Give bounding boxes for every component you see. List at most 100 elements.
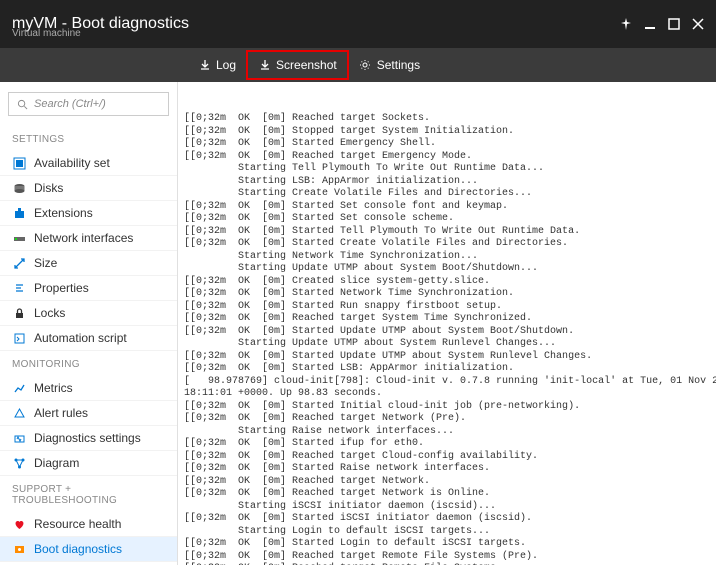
sidebar-item-label: Network interfaces: [34, 231, 133, 245]
blade-header: myVM - Boot diagnostics Virtual machine: [0, 0, 716, 48]
screenshot-label: Screenshot: [276, 58, 337, 72]
console-line: [[0;32m OK [0m] Reached target Emergency…: [184, 151, 710, 164]
sidebar-item-label: Locks: [34, 306, 65, 320]
sidebar-item-extensions[interactable]: Extensions: [0, 201, 177, 226]
console-line: [[0;32m OK [0m] Reached target Remote Fi…: [184, 551, 710, 564]
sidebar-item-label: Alert rules: [34, 406, 88, 420]
console-line: [[0;32m OK [0m] Reached target Sockets.: [184, 113, 710, 126]
console-line: [[0;32m OK [0m] Started Create Volatile …: [184, 238, 710, 251]
sidebar-item-size[interactable]: Size: [0, 251, 177, 276]
console-line: [[0;32m OK [0m] Reached target Cloud-con…: [184, 451, 710, 464]
download-icon: [198, 59, 211, 72]
sidebar-item-availability[interactable]: Availability set: [0, 151, 177, 176]
script-icon: [12, 331, 26, 345]
properties-icon: [12, 281, 26, 295]
minimize-icon[interactable]: [644, 18, 656, 30]
sidebar-item-locks[interactable]: Locks: [0, 301, 177, 326]
sidebar-item-automation[interactable]: Automation script: [0, 326, 177, 351]
console-line: [[0;32m OK [0m] Started Emergency Shell.: [184, 138, 710, 151]
search-placeholder: Search (Ctrl+/): [34, 98, 106, 110]
sidebar-item-label: Size: [34, 256, 57, 270]
sidebar-item-metrics[interactable]: Metrics: [0, 376, 177, 401]
settings-label: Settings: [377, 58, 420, 72]
availability-icon: [12, 156, 26, 170]
console-line: [[0;32m OK [0m] Started Network Time Syn…: [184, 288, 710, 301]
section-monitoring: MONITORING: [0, 351, 177, 376]
console-line: [[0;32m OK [0m] Started Run snappy first…: [184, 301, 710, 314]
sidebar-item-label: Properties: [34, 281, 89, 295]
close-icon[interactable]: [692, 18, 704, 30]
boot-icon: [12, 542, 26, 556]
pin-icon[interactable]: [620, 18, 632, 30]
sidebar-item-boot-diag[interactable]: Boot diagnostics: [0, 537, 177, 562]
console-line: [[0;32m OK [0m] Started Raise network in…: [184, 463, 710, 476]
console-line: [[0;32m OK [0m] Reached target System Ti…: [184, 313, 710, 326]
sidebar-item-diag[interactable]: Diagnostics settings: [0, 426, 177, 451]
sidebar-item-label: Resource health: [34, 517, 121, 531]
diagnostics-icon: [12, 431, 26, 445]
console-line: [[0;32m OK [0m] Reached target Network.: [184, 476, 710, 489]
extensions-icon: [12, 206, 26, 220]
console-line: [[0;32m OK [0m] Started Initial cloud-in…: [184, 401, 710, 414]
console-line: [[0;32m OK [0m] Created slice system-get…: [184, 276, 710, 289]
log-button[interactable]: Log: [188, 52, 246, 78]
console-line: Starting Update UTMP about System Runlev…: [184, 338, 710, 351]
console-line: Starting Create Volatile Files and Direc…: [184, 188, 710, 201]
console-line: [[0;32m OK [0m] Started Update UTMP abou…: [184, 326, 710, 339]
console-line: [[0;32m OK [0m] Started Tell Plymouth To…: [184, 226, 710, 239]
sidebar-item-properties[interactable]: Properties: [0, 276, 177, 301]
console-line: [[0;32m OK [0m] Started LSB: AppArmor in…: [184, 363, 710, 376]
console-line: [[0;32m OK [0m] Started ifup for eth0.: [184, 438, 710, 451]
window-controls: [620, 18, 704, 30]
console-line: Starting iSCSI initiator daemon (iscsid)…: [184, 501, 710, 514]
console-line: Starting LSB: AppArmor initialization...: [184, 176, 710, 189]
sidebar-item-resource-health[interactable]: Resource health: [0, 512, 177, 537]
screenshot-button[interactable]: Screenshot: [246, 50, 349, 80]
console-line: Starting Raise network interfaces...: [184, 426, 710, 439]
console-line: Starting Network Time Synchronization...: [184, 251, 710, 264]
sidebar-item-label: Boot diagnostics: [34, 542, 122, 556]
disks-icon: [12, 181, 26, 195]
alert-icon: [12, 406, 26, 420]
sidebar: Search (Ctrl+/) SETTINGS Availability se…: [0, 82, 178, 565]
console-line: Starting Login to default iSCSI targets.…: [184, 526, 710, 539]
sidebar-item-network[interactable]: Network interfaces: [0, 226, 177, 251]
page-subtitle: Virtual machine: [12, 28, 81, 39]
sidebar-item-label: Metrics: [34, 381, 73, 395]
console-line: [[0;32m OK [0m] Stopped target System In…: [184, 126, 710, 139]
sidebar-item-diagram[interactable]: Diagram: [0, 451, 177, 476]
sidebar-item-disks[interactable]: Disks: [0, 176, 177, 201]
console-output: [[0;32m OK [0m] Reached target Sockets.[…: [178, 82, 716, 565]
sidebar-item-label: Diagram: [34, 456, 79, 470]
console-line: [[0;32m OK [0m] Started Set console font…: [184, 201, 710, 214]
settings-button[interactable]: Settings: [349, 52, 430, 78]
sidebar-item-label: Diagnostics settings: [34, 431, 141, 445]
console-line: Starting Tell Plymouth To Write Out Runt…: [184, 163, 710, 176]
log-label: Log: [216, 58, 236, 72]
section-settings: SETTINGS: [0, 126, 177, 151]
sidebar-item-label: Automation script: [34, 331, 127, 345]
section-support: SUPPORT + TROUBLESHOOTING: [0, 476, 177, 512]
console-line: [ 98.978769] cloud-init[798]: Cloud-init…: [184, 376, 710, 389]
console-line: Starting Update UTMP about System Boot/S…: [184, 263, 710, 276]
metrics-icon: [12, 381, 26, 395]
console-line: 18:11:01 +0000. Up 98.83 seconds.: [184, 388, 710, 401]
console-line: [[0;32m OK [0m] Reached target Network (…: [184, 413, 710, 426]
heart-icon: [12, 517, 26, 531]
console-line: [[0;32m OK [0m] Started Login to default…: [184, 538, 710, 551]
sidebar-item-label: Disks: [34, 181, 63, 195]
sidebar-item-label: Extensions: [34, 206, 93, 220]
toolbar: Log Screenshot Settings: [0, 48, 716, 82]
console-line: [[0;32m OK [0m] Started iSCSI initiator …: [184, 513, 710, 526]
search-input[interactable]: Search (Ctrl+/): [8, 92, 169, 116]
network-icon: [12, 231, 26, 245]
size-icon: [12, 256, 26, 270]
download-icon: [258, 59, 271, 72]
maximize-icon[interactable]: [668, 18, 680, 30]
sidebar-item-alerts[interactable]: Alert rules: [0, 401, 177, 426]
gear-icon: [359, 59, 372, 72]
sidebar-item-label: Availability set: [34, 156, 110, 170]
lock-icon: [12, 306, 26, 320]
console-line: [[0;32m OK [0m] Reached target Network i…: [184, 488, 710, 501]
search-icon: [15, 97, 29, 111]
